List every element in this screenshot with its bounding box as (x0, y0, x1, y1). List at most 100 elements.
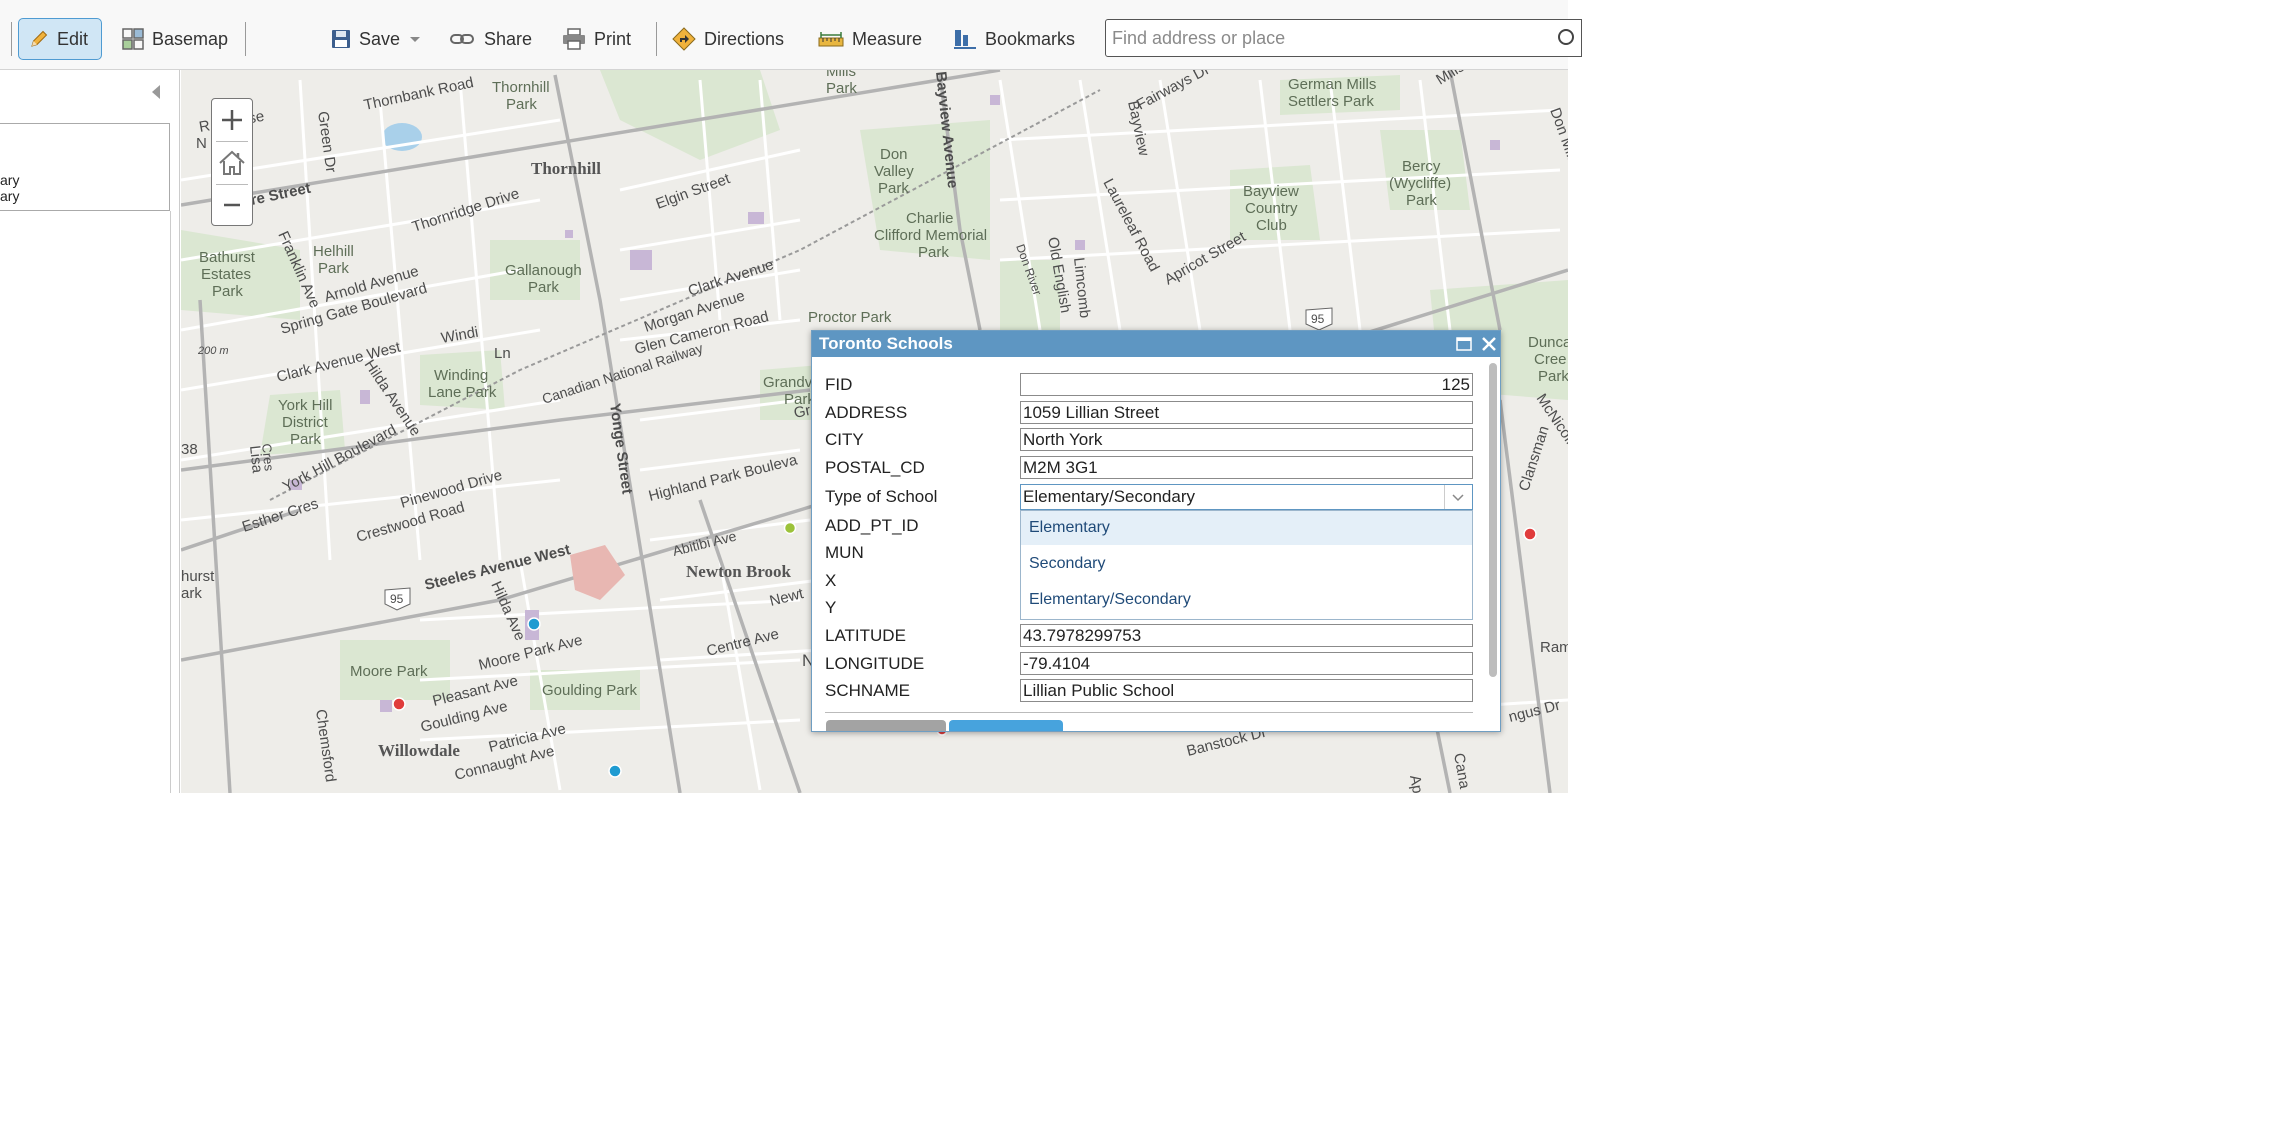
search-input[interactable] (1105, 19, 1555, 57)
map-label: Don Mills (1546, 106, 1568, 170)
map-label: Dunca (1528, 334, 1568, 351)
longitude-field[interactable]: -79.4104 (1020, 652, 1473, 675)
school-type-dropdown: Elementary Secondary Elementary/Secondar… (1020, 510, 1473, 620)
minus-icon (224, 203, 240, 207)
map-label: Lane Park (428, 384, 497, 401)
map-label: ark (181, 585, 202, 602)
map-label: Settlers Park (1288, 93, 1374, 110)
directions-label: Directions (704, 28, 785, 49)
map-label: Country (1245, 200, 1298, 217)
map-label: Apricot Street (1162, 228, 1250, 289)
map-label: Park (528, 279, 559, 296)
map-label: Park (1538, 368, 1568, 385)
map-label: Cree (1534, 351, 1567, 368)
hospital-building (570, 545, 625, 600)
map-label: York Hill (278, 397, 332, 414)
map-label: Clifford Memorial (874, 227, 987, 244)
map-label: Windi (440, 324, 480, 347)
field-label: ADDRESS (825, 403, 908, 422)
home-icon (219, 150, 245, 175)
delete-button[interactable] (826, 720, 946, 731)
zoom-out-button[interactable] (212, 184, 252, 226)
share-button[interactable]: Share (440, 18, 542, 60)
latitude-field[interactable]: 43.7978299753 (1020, 624, 1473, 647)
home-button[interactable] (212, 142, 252, 184)
school-name-field[interactable]: Lillian Public School (1020, 679, 1473, 702)
highway-shield: 95 (1305, 307, 1333, 331)
floppy-disk-icon (332, 30, 350, 48)
map-label: Chemsford (312, 708, 339, 783)
directions-button[interactable]: Directions (662, 18, 794, 60)
close-button[interactable] (949, 720, 1063, 731)
print-button[interactable]: Print (552, 18, 641, 60)
field-label: MUN (825, 543, 864, 562)
map-label: German Mills (1288, 76, 1376, 93)
city-field[interactable]: North York (1020, 428, 1473, 451)
field-label: Type of School (825, 487, 938, 506)
search-button[interactable] (1552, 19, 1582, 57)
directions-sign-icon (672, 27, 696, 51)
basemap-label: Basemap (152, 28, 229, 49)
map-label: Ram (1540, 639, 1568, 656)
field-label: Y (825, 598, 837, 617)
plus-icon (222, 110, 242, 130)
field-label: FID (825, 375, 853, 394)
field-label: X (825, 571, 837, 590)
map-label: (Wycliffe) (1389, 175, 1451, 192)
field-label: CITY (825, 430, 864, 449)
field-label: POSTAL_CD (825, 458, 925, 477)
option-elementary-secondary[interactable]: Elementary/Secondary (1021, 583, 1472, 617)
print-label: Print (594, 28, 632, 49)
map-label: Club (1256, 217, 1287, 234)
map-label: Cres (259, 443, 277, 472)
map-label: Elgin Street (654, 170, 733, 213)
map-label: Park (826, 80, 857, 97)
printer-icon (563, 28, 585, 50)
map-label: Park (506, 96, 537, 113)
selected-school-marker[interactable] (783, 521, 797, 535)
collapse-panel-icon[interactable] (149, 82, 163, 102)
map-label: Mills (826, 70, 856, 80)
highway-shield: 95 (384, 587, 411, 611)
map-label: Proctor Park (808, 309, 892, 326)
map-label: 38 (181, 441, 198, 458)
popup-scroll-thumb[interactable] (1489, 363, 1497, 677)
toolbar: Edit Basemap Save Share Print Directions… (0, 0, 1582, 70)
map-label: 200 m (197, 345, 229, 357)
maximize-icon[interactable] (1456, 336, 1472, 352)
school-marker[interactable] (608, 764, 622, 778)
measure-button[interactable]: Measure (808, 18, 932, 60)
share-label: Share (484, 28, 533, 49)
save-button[interactable]: Save (321, 18, 432, 60)
map-label: District (282, 414, 329, 431)
school-marker[interactable] (527, 617, 541, 631)
map-label: Gallanough (505, 262, 582, 279)
school-type-select[interactable]: Elementary/Secondary (1020, 484, 1473, 510)
field-label: LONGITUDE (825, 654, 925, 673)
option-secondary[interactable]: Secondary (1021, 547, 1472, 581)
map-label: Willowdale (378, 741, 460, 760)
ruler-icon (818, 32, 844, 47)
map-label: Bercy (1402, 158, 1441, 175)
school-marker[interactable] (392, 697, 406, 711)
popup-footer-divider (825, 712, 1473, 713)
school-marker[interactable] (1523, 527, 1537, 541)
map-label: Charlie (906, 210, 954, 227)
dropdown-toggle[interactable] (1444, 485, 1472, 509)
zoom-in-button[interactable] (212, 99, 252, 141)
map-label: Bathurst (199, 249, 256, 266)
popup-header: Toronto Schools (812, 331, 1500, 357)
bookmarks-button[interactable]: Bookmarks (943, 18, 1085, 60)
basemap-button[interactable]: Basemap (112, 18, 238, 60)
close-icon[interactable] (1480, 334, 1498, 354)
legend-panel: ary ary (0, 123, 170, 211)
edit-button[interactable]: Edit (18, 18, 102, 60)
map-label: Esther Cres (240, 495, 321, 536)
address-field[interactable]: 1059 Lillian Street (1020, 401, 1473, 424)
fid-field[interactable]: 125 (1020, 373, 1473, 396)
zoom-control (211, 98, 253, 226)
postal-code-field[interactable]: M2M 3G1 (1020, 456, 1473, 479)
map-label: Yonge Street (606, 402, 636, 495)
map-label: Thornbank Road (362, 74, 475, 114)
option-elementary[interactable]: Elementary (1021, 511, 1472, 545)
